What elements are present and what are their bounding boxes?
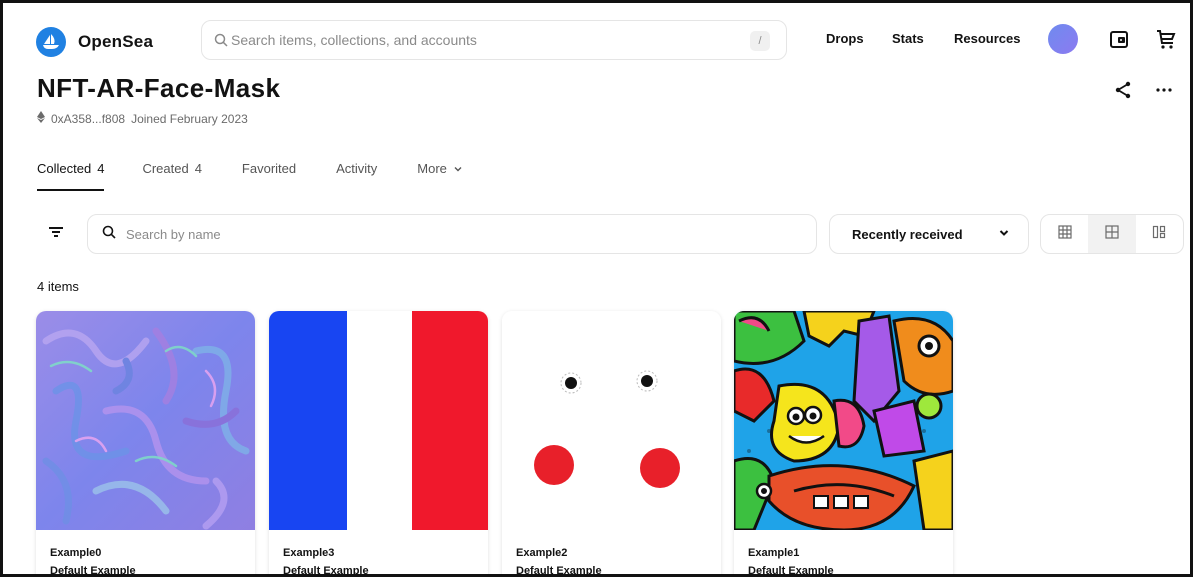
- top-navbar: OpenSea / Drops Stats Resources: [3, 3, 1190, 73]
- nft-image-face: [502, 311, 721, 530]
- filter-icon: [48, 225, 64, 244]
- opensea-ship-icon: [36, 27, 66, 57]
- search-icon: [213, 32, 229, 48]
- items-count: 4 items: [37, 279, 79, 294]
- sort-dropdown[interactable]: Recently received: [829, 214, 1029, 254]
- name-search-bar[interactable]: [87, 214, 817, 254]
- brand-name: OpenSea: [78, 32, 154, 51]
- share-icon[interactable]: [1113, 80, 1133, 100]
- nft-image-flag-stripes: [269, 311, 488, 530]
- nft-name: Example3: [283, 547, 335, 559]
- chevron-down-icon: [453, 162, 463, 177]
- tab-favorited[interactable]: Favorited: [242, 161, 296, 191]
- nft-name: Example0: [50, 547, 102, 559]
- search-shortcut-key: /: [750, 31, 770, 51]
- joined-date: Joined February 2023: [131, 111, 248, 126]
- nft-card[interactable]: Example0 Default Example: [36, 311, 255, 577]
- global-search-input[interactable]: [231, 32, 751, 48]
- tab-collected[interactable]: Collected 4: [37, 161, 105, 191]
- grid-large-icon: [1058, 224, 1072, 244]
- tab-created[interactable]: Created 4: [142, 161, 201, 191]
- tab-more[interactable]: More: [417, 161, 463, 191]
- sort-selected-value: Recently received: [852, 226, 963, 242]
- masonry-icon: [1152, 225, 1166, 244]
- global-search-bar[interactable]: /: [201, 20, 787, 60]
- grid-view-toggle: [1040, 214, 1184, 254]
- nft-collection: Default Example: [516, 565, 602, 577]
- tab-label: More: [417, 161, 447, 176]
- nft-image-normal-map: [36, 311, 255, 530]
- ethereum-icon: [37, 111, 45, 126]
- search-icon: [102, 225, 116, 244]
- wallet-icon[interactable]: [1106, 26, 1132, 52]
- nav-link-resources[interactable]: Resources: [954, 31, 1020, 46]
- nft-image-doodle: [734, 311, 953, 530]
- name-search-input[interactable]: [126, 226, 776, 242]
- tab-activity[interactable]: Activity: [336, 161, 377, 191]
- user-avatar[interactable]: [1048, 24, 1078, 54]
- nav-link-stats[interactable]: Stats: [892, 31, 924, 46]
- nft-card[interactable]: Example2 Default Example: [502, 311, 721, 577]
- nft-name: Example1: [748, 547, 800, 559]
- profile-tabs: Collected 4 Created 4 Favorited Activity…: [37, 161, 463, 191]
- grid-small-icon: [1105, 224, 1119, 244]
- tab-count: 4: [97, 161, 105, 176]
- tab-label: Activity: [336, 161, 378, 176]
- nft-name: Example2: [516, 547, 568, 559]
- opensea-profile-window: OpenSea / Drops Stats Resources NFT-AR-F…: [0, 0, 1193, 577]
- large-grid-view-button[interactable]: [1041, 215, 1088, 253]
- tab-label: Collected: [37, 161, 92, 176]
- more-options-icon[interactable]: [1154, 80, 1174, 100]
- profile-name: NFT-AR-Face-Mask: [37, 73, 281, 103]
- profile-meta: 0xA358...f808 Joined February 2023: [37, 111, 248, 126]
- nft-collection: Default Example: [50, 565, 136, 577]
- nft-collection: Default Example: [748, 565, 834, 577]
- brand-logo[interactable]: OpenSea: [36, 27, 153, 57]
- nft-collection: Default Example: [283, 565, 369, 577]
- nav-link-drops[interactable]: Drops: [826, 31, 864, 46]
- chevron-down-icon: [998, 227, 1010, 242]
- tab-count: 4: [194, 161, 202, 176]
- masonry-view-button[interactable]: [1136, 215, 1183, 253]
- tab-label: Created: [142, 161, 189, 176]
- nft-card[interactable]: Example3 Default Example: [269, 311, 488, 577]
- nft-card[interactable]: Example1 Default Example: [734, 311, 953, 577]
- cart-icon[interactable]: [1153, 26, 1179, 52]
- tab-label: Favorited: [241, 161, 297, 176]
- wallet-address[interactable]: 0xA358...f808: [51, 112, 125, 126]
- small-grid-view-button[interactable]: [1088, 215, 1136, 253]
- filter-toggle-button[interactable]: [41, 219, 71, 249]
